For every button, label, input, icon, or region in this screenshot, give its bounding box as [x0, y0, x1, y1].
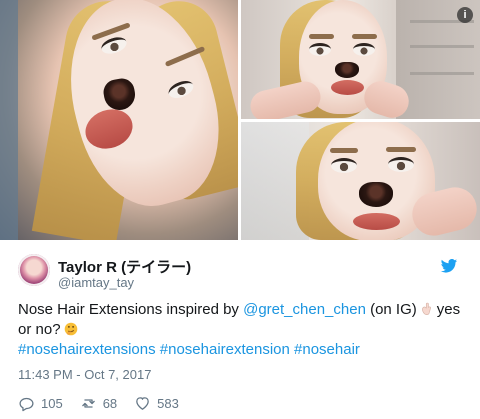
retweet-action[interactable]: 68 [80, 395, 117, 412]
eye-shape [309, 43, 331, 56]
like-action[interactable]: 583 [134, 395, 179, 412]
eyebrow-shape [352, 34, 377, 39]
reply-count: 105 [41, 395, 63, 411]
tweet-text-after-emoji: yes [436, 301, 461, 318]
tweet-text-line-1: Nose Hair Extensions inspired by @gret_c… [18, 300, 466, 320]
hashtag-links[interactable]: #nosehairextensions #nosehairextension #… [18, 340, 466, 360]
tweet-photo-main[interactable] [0, 0, 238, 240]
shelf-line [410, 45, 474, 48]
eyebrow-shape [386, 147, 416, 152]
mention-link[interactable]: @gret_chen_chen [243, 301, 366, 318]
tweet-text-after-mention: (on IG) [365, 301, 417, 318]
eyebrow-shape [330, 148, 358, 153]
retweet-icon [81, 398, 95, 408]
like-count: 583 [157, 395, 179, 411]
shelf-line [410, 72, 474, 75]
tweet-media-grid[interactable]: i [0, 0, 480, 240]
tweet-text: Nose Hair Extensions inspired by @gret_c… [18, 300, 466, 360]
tweet-author-row[interactable]: Taylor R (テイラー) @iamtay_tay [18, 254, 466, 290]
tweet-photo-bottom-right[interactable] [241, 122, 480, 240]
tweet-actions: 105 68 583 [18, 394, 179, 412]
tweet-photo-top-right[interactable]: i [241, 0, 480, 119]
tweet-text-prefix: Nose Hair Extensions inspired by [18, 301, 244, 318]
twitter-bird-icon[interactable] [440, 259, 458, 273]
eyebrow-shape [309, 34, 334, 39]
author-handle[interactable]: @iamtay_tay [58, 275, 134, 290]
tweet-question-text: or no? [18, 321, 61, 338]
reply-action[interactable]: 105 [18, 395, 63, 412]
embedded-tweet-card: i Taylor R (テイラー) @iamtay_tay Nose Hair … [0, 0, 480, 419]
tweet-text-line-2: or no? [18, 320, 466, 340]
lips-shape [353, 213, 400, 230]
retweet-count: 68 [102, 395, 118, 411]
open-hand-emoji-icon [421, 302, 431, 315]
nose-hair-shape [359, 182, 393, 207]
avatar[interactable] [18, 254, 50, 286]
reply-icon [19, 397, 34, 411]
heart-icon [136, 396, 149, 410]
background-wall [0, 0, 18, 240]
eye-shape [388, 157, 414, 172]
info-icon[interactable]: i [457, 7, 473, 23]
eye-shape [331, 158, 357, 173]
eye-shape [353, 43, 375, 56]
nose-hair-shape [335, 62, 359, 78]
lips-shape [331, 80, 364, 95]
thinking-face-emoji-icon [64, 322, 77, 336]
author-name[interactable]: Taylor R (テイラー) [58, 256, 191, 277]
tweet-timestamp[interactable]: 11:43 PM - Oct 7, 2017 [18, 367, 151, 382]
